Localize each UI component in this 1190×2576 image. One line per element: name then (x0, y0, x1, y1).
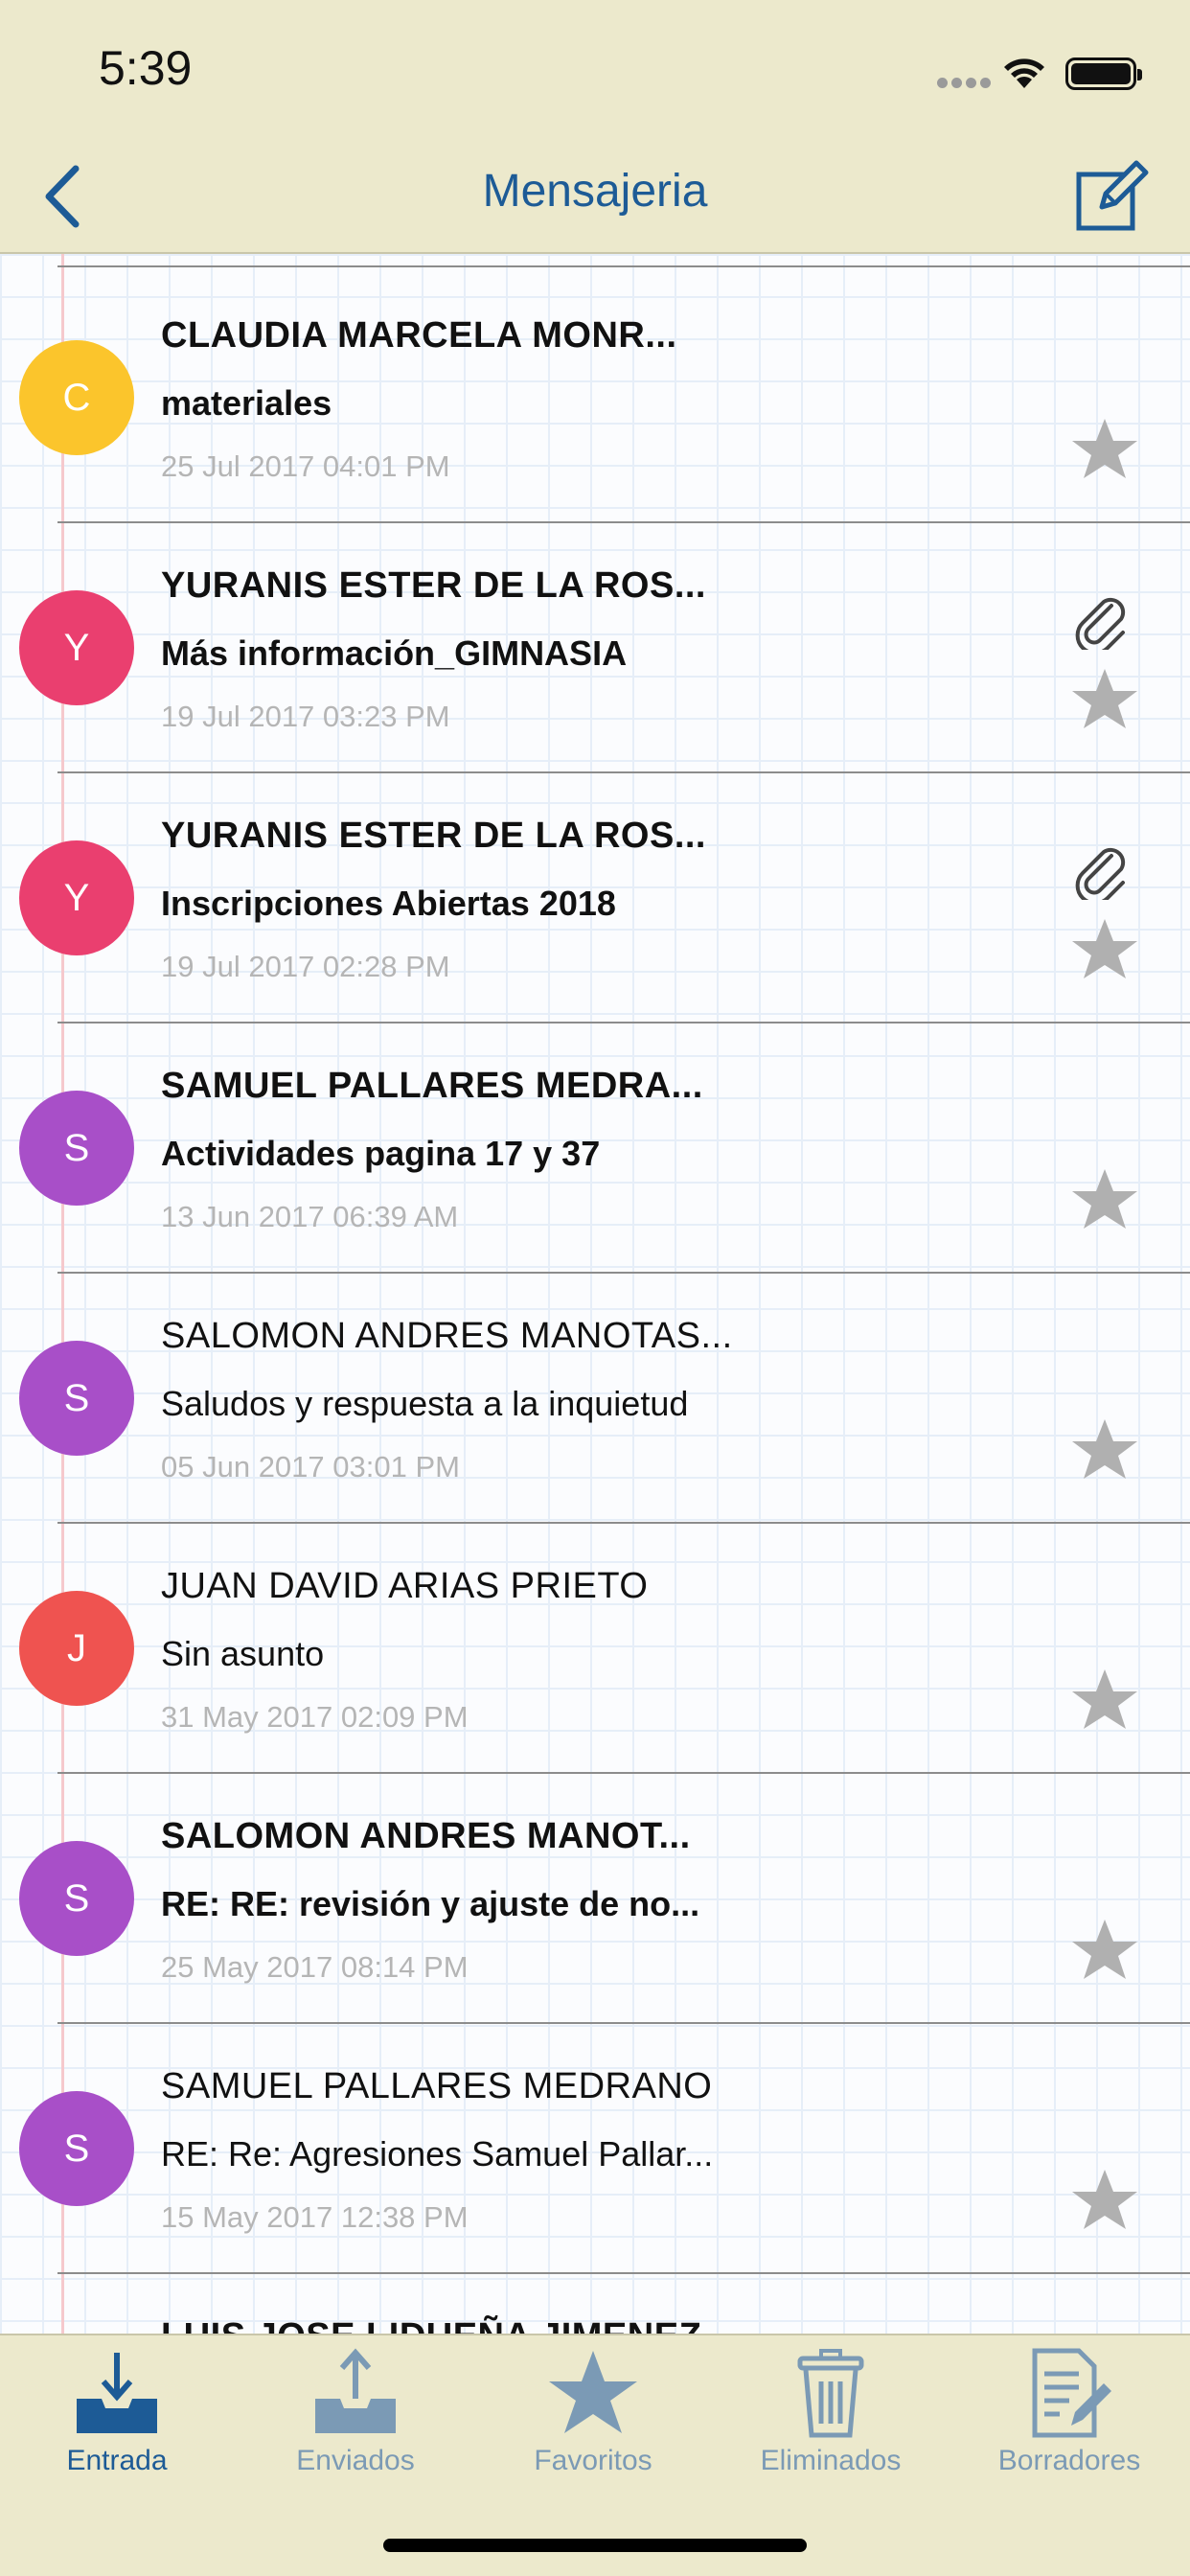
avatar-initial: C (62, 376, 91, 419)
avatar: Y (19, 840, 134, 955)
message-row[interactable]: S SALOMON ANDRES MANOTAS... Saludos y resp… (0, 1274, 1190, 1524)
avatar-initial: J (67, 1626, 86, 1669)
status-bar: 5:39 (0, 0, 1190, 144)
outbox-icon (315, 2348, 396, 2433)
message-sender: CLAUDIA MARCELA MONR... (161, 315, 677, 356)
tab-label: Entrada (66, 2445, 168, 2476)
tab-label: Enviados (296, 2445, 415, 2476)
message-subject: Inscripciones Abiertas 2018 (161, 884, 616, 923)
favorite-star-icon[interactable] (1070, 1165, 1139, 1234)
message-sender: YURANIS ESTER DE LA ROS... (161, 816, 706, 856)
message-sender: YURANIS ESTER DE LA ROS... (161, 565, 706, 606)
message-sender: SALOMON ANDRES MANOT... (161, 1816, 691, 1856)
tab-label: Favoritos (534, 2445, 652, 2476)
favorite-star-icon[interactable] (1070, 1415, 1139, 1484)
message-date: 15 May 2017 12:38 PM (161, 2200, 469, 2234)
paperclip-icon (1075, 597, 1126, 650)
message-sender: LUIS JOSE LIDUEÑA JIMENEZ (161, 2316, 701, 2334)
avatar-initial: Y (63, 626, 90, 669)
home-indicator (383, 2539, 807, 2552)
status-time: 5:39 (99, 41, 193, 95)
tab-enviados[interactable]: Enviados (260, 2345, 451, 2498)
tab-borradores[interactable]: Borradores (973, 2345, 1165, 2498)
star-icon (549, 2351, 637, 2433)
avatar-initial: Y (63, 876, 90, 919)
page-title: Mensajeria (482, 166, 708, 217)
favorite-star-icon[interactable] (1070, 415, 1139, 484)
navigation-bar: Mensajeria (0, 144, 1190, 254)
avatar-initial: S (63, 1376, 90, 1419)
tab-label: Borradores (997, 2445, 1141, 2476)
tab-eliminados[interactable]: Eliminados (735, 2345, 927, 2498)
row-divider (57, 265, 1190, 267)
avatar: S (19, 1091, 134, 1206)
avatar-initial: S (63, 2127, 90, 2170)
message-subject: RE: RE: revisión y ajuste de no... (161, 1884, 700, 1923)
avatar: J (19, 1591, 134, 1706)
avatar: S (19, 2091, 134, 2206)
message-date: 13 Jun 2017 06:39 AM (161, 1200, 459, 1233)
message-sender: SAMUEL PALLARES MEDRA... (161, 1066, 703, 1106)
compose-icon (1076, 160, 1149, 231)
message-row[interactable]: J JUAN DAVID ARIAS PRIETO Sin asunto 31 May… (0, 1524, 1190, 1774)
paperclip-icon (1075, 847, 1126, 900)
message-row[interactable]: S SALOMON ANDRES MANOT... RE: RE: revisión… (0, 1774, 1190, 2024)
favorite-star-icon[interactable] (1070, 915, 1139, 984)
trash-icon (797, 2349, 864, 2438)
message-subject: materiales (161, 383, 332, 423)
message-row[interactable]: S SAMUEL PALLARES MEDRANO RE: Re: Agresion… (0, 2024, 1190, 2274)
message-date: 31 May 2017 02:09 PM (161, 1700, 469, 1734)
message-subject: Sin asunto (161, 1634, 325, 1673)
message-subject: Más información_GIMNASIA (161, 633, 628, 673)
tab-favoritos[interactable]: Favoritos (497, 2345, 689, 2498)
favorite-star-icon[interactable] (1070, 665, 1139, 734)
message-date: 25 May 2017 08:14 PM (161, 1950, 469, 1984)
message-row[interactable]: C CLAUDIA MARCELA MONR... materiales 25 Jul… (0, 265, 1190, 523)
avatar-initial: S (63, 1876, 90, 1920)
cellular-signal-icon (937, 76, 995, 93)
favorite-star-icon[interactable] (1070, 2166, 1139, 2235)
tab-label: Eliminados (760, 2445, 902, 2476)
message-row[interactable]: S SAMUEL PALLARES MEDRA... Actividades pag… (0, 1024, 1190, 1274)
message-date: 05 Jun 2017 03:01 PM (161, 1450, 460, 1484)
tab-entrada[interactable]: Entrada (21, 2345, 213, 2498)
avatar-initial: S (63, 1126, 90, 1169)
message-subject: Actividades pagina 17 y 37 (161, 1134, 601, 1173)
message-sender: SAMUEL PALLARES MEDRANO (161, 2066, 713, 2106)
message-list[interactable]: C CLAUDIA MARCELA MONR... materiales 25 Jul… (0, 254, 1190, 2334)
message-sender: JUAN DAVID ARIAS PRIETO (161, 1566, 649, 1606)
message-row[interactable]: Y YURANIS ESTER DE LA ROS... Inscripciones… (0, 773, 1190, 1024)
message-date: 19 Jul 2017 02:28 PM (161, 950, 450, 983)
drafts-icon (1032, 2348, 1111, 2438)
favorite-star-icon[interactable] (1070, 1916, 1139, 1985)
message-date: 19 Jul 2017 03:23 PM (161, 700, 450, 733)
favorite-star-icon[interactable] (1070, 1666, 1139, 1735)
avatar: S (19, 1341, 134, 1456)
avatar: Y (19, 590, 134, 705)
message-row[interactable]: LUIS JOSE LIDUEÑA JIMENEZ (0, 2274, 1190, 2334)
message-subject: Saludos y respuesta a la inquietud (161, 1384, 689, 1423)
avatar: C (19, 340, 134, 455)
battery-icon (1065, 58, 1142, 90)
avatar: S (19, 1841, 134, 1956)
message-subject: RE: Re: Agresiones Samuel Pallar... (161, 2134, 714, 2174)
compose-button[interactable] (1067, 153, 1154, 240)
message-sender: SALOMON ANDRES MANOTAS... (161, 1316, 733, 1356)
message-date: 25 Jul 2017 04:01 PM (161, 449, 450, 483)
wifi-icon (1000, 52, 1048, 95)
inbox-icon (77, 2353, 157, 2433)
message-row[interactable]: Y YURANIS ESTER DE LA ROS... Más informaci… (0, 523, 1190, 773)
